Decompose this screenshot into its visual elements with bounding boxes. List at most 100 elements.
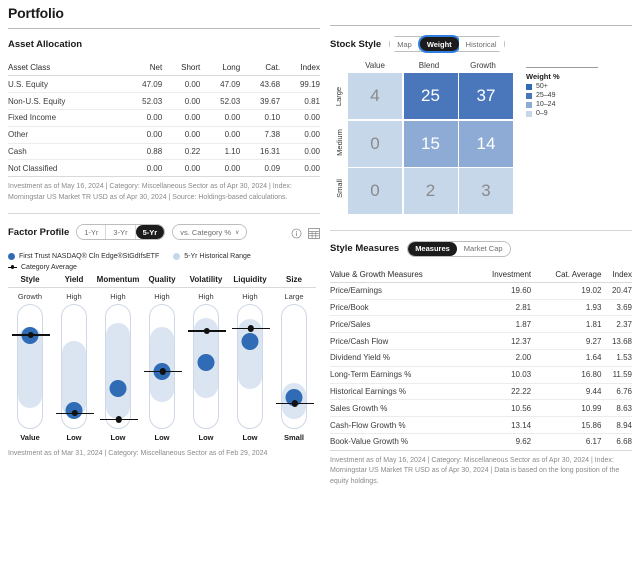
- factor-fund-bubble[interactable]: [109, 380, 127, 398]
- factor-period-tab-1-yr[interactable]: 1-Yr: [77, 225, 107, 240]
- factor-profile-footnote: Investment as of Mar 31, 2024 | Category…: [8, 450, 268, 458]
- heatmap-col-growth: Growth: [470, 61, 496, 70]
- chevron-down-icon: ∨: [235, 229, 240, 236]
- factor-name: Liquidity: [233, 275, 267, 285]
- table-view-icon[interactable]: [308, 226, 320, 244]
- legend-label: 50+: [536, 83, 548, 90]
- legend-title: Weight %: [526, 72, 560, 81]
- factor-period-toggle[interactable]: 1-Yr 3-Yr 5-Yr: [76, 224, 166, 241]
- heatmap-cell-small-blend[interactable]: 2: [403, 168, 458, 214]
- right-column: Stock Style Map Weight Historical Value Ble…: [330, 0, 632, 487]
- table-row: Book-Value Growth % 9.62 6.17 6.68: [330, 433, 632, 451]
- heatmap-cell-small-growth[interactable]: 3: [459, 168, 513, 214]
- table-row: Not Classified 0.00 0.00 0.00 0.09 0.00: [8, 160, 320, 177]
- cell-investment: 22.22: [511, 386, 532, 396]
- cell-investment: 10.03: [511, 370, 532, 380]
- factor-name: Style: [20, 275, 40, 285]
- stock-style-tab-historical[interactable]: Historical: [458, 37, 504, 51]
- factor-period-tab-3-yr[interactable]: 3-Yr: [106, 225, 136, 240]
- stock-style-toggle[interactable]: Map Weight Historical: [389, 36, 505, 52]
- factor-top-label: High: [154, 292, 170, 302]
- cell-cat: 0.10: [264, 113, 281, 123]
- cell-measure: Sales Growth %: [330, 403, 388, 413]
- cell-long: 47.09: [220, 79, 241, 89]
- page-title: Portfolio: [8, 5, 64, 21]
- factor-track: [276, 304, 314, 430]
- factor-fund-bubble[interactable]: [197, 353, 215, 371]
- cell-index: 13.68: [611, 336, 632, 346]
- cell-cat-average: 15.86: [581, 420, 602, 430]
- cell-index: 2.37: [616, 319, 632, 329]
- table-row: Cash-Flow Growth % 13.14 15.86 8.94: [330, 417, 632, 434]
- stock-style-tab-map[interactable]: Map: [390, 37, 420, 51]
- cell-investment: 9.62: [515, 437, 532, 447]
- heatmap-cell-large-value[interactable]: 4: [348, 73, 402, 119]
- cell-asset-class: U.S. Equity: [8, 79, 49, 89]
- factor-column-size: Size Large Small: [272, 275, 316, 442]
- heatmap-cell-medium-blend[interactable]: 15: [403, 120, 458, 167]
- factor-legend: First Trust NASDAQ® Cln Edge®StGdIfsETF …: [8, 253, 320, 271]
- legend-label: 10–24: [536, 101, 556, 108]
- cell-measure: Dividend Yield %: [330, 353, 391, 363]
- cell-measure: Price/Sales: [330, 319, 371, 329]
- cell-index: 6.76: [616, 386, 632, 396]
- heatmap-grid: 4 25 37 0 15 14 0 2 3: [348, 73, 515, 216]
- style-measures-section: Style Measures Measures Market Cap Value …: [330, 231, 632, 488]
- category-average-legend-label: Category Average: [21, 264, 77, 272]
- factor-bottom-label: Low: [110, 433, 126, 443]
- heatmap-cell-small-value[interactable]: 0: [348, 168, 402, 214]
- heatmap-row: 023: [348, 168, 515, 216]
- factor-column-momentum: Momentum High Low: [96, 275, 140, 442]
- cell-investment: 2.00: [515, 353, 532, 363]
- heatmap-cell-large-growth[interactable]: 37: [459, 73, 513, 119]
- cell-investment: 19.60: [511, 286, 532, 296]
- cell-net: 0.88: [146, 146, 163, 156]
- cell-index: 8.94: [616, 420, 632, 430]
- heatmap-col-blend: Blend: [418, 61, 440, 70]
- cell-measure: Cash-Flow Growth %: [330, 420, 406, 430]
- stock-style-title: Stock Style: [330, 38, 382, 50]
- heatmap-cell-large-blend[interactable]: 25: [403, 73, 458, 119]
- compare-dropdown-pill[interactable]: vs. Category % ∨: [173, 225, 247, 240]
- factor-top-label: High: [198, 292, 214, 302]
- factor-track: [12, 304, 50, 430]
- table-row: U.S. Equity 47.09 0.00 47.09 43.68 99.19: [8, 76, 320, 93]
- cell-long: 0.00: [224, 113, 241, 123]
- cell-cat-average: 10.99: [581, 403, 602, 413]
- table-row: Long-Term Earnings % 10.03 16.80 11.59: [330, 366, 632, 384]
- cell-asset-class: Other: [8, 130, 29, 140]
- cell-net: 0.00: [146, 113, 163, 123]
- style-measures-tab-measures[interactable]: Measures: [408, 241, 457, 256]
- stock-style-tab-weight[interactable]: Weight: [419, 37, 459, 51]
- fund-legend-dot: [8, 253, 15, 261]
- table-row: Non-U.S. Equity 52.03 0.00 52.03 39.67 0.81: [8, 93, 320, 110]
- heatmap-cell-medium-value[interactable]: 0: [348, 120, 402, 167]
- factor-name: Yield: [64, 275, 84, 285]
- factor-name: Quality: [148, 275, 176, 285]
- cell-index: 0.00: [304, 146, 320, 156]
- col-long: Long: [200, 60, 241, 77]
- factor-fund-bubble[interactable]: [241, 333, 259, 351]
- style-measures-toggle[interactable]: Measures Market Cap: [407, 240, 511, 257]
- factor-period-tab-5-yr[interactable]: 5-Yr: [135, 225, 165, 240]
- factor-top-label: High: [110, 292, 126, 302]
- style-measures-tab-market-cap[interactable]: Market Cap: [456, 241, 510, 256]
- factor-column-style: Style Growth Value: [8, 275, 52, 442]
- info-icon[interactable]: [291, 226, 302, 244]
- cell-index: 11.59: [612, 370, 632, 380]
- factor-compare-dropdown[interactable]: vs. Category % ∨: [172, 224, 248, 241]
- col-index: Index: [280, 60, 320, 77]
- factor-column-quality: Quality High Low: [140, 275, 184, 442]
- cell-cat: 43.68: [260, 79, 281, 89]
- heatmap-cell-medium-growth[interactable]: 14: [459, 120, 513, 167]
- cell-asset-class: Cash: [8, 146, 27, 156]
- factor-track: [100, 304, 138, 430]
- factor-historical-range: [106, 322, 130, 419]
- col-asset-class: Asset Class: [8, 60, 123, 77]
- style-measures-title: Style Measures: [330, 243, 400, 254]
- factor-top-label: High: [242, 292, 258, 302]
- factor-top-label: Growth: [17, 292, 43, 302]
- compare-dropdown-label: vs. Category %: [180, 227, 232, 237]
- factor-bottom-label: Low: [154, 433, 170, 443]
- cell-cat-average: 1.93: [585, 303, 602, 313]
